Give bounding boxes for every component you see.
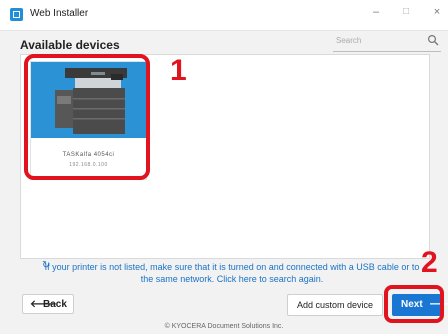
add-custom-device-button[interactable]: Add custom device [287, 294, 383, 316]
back-label: Back [43, 299, 67, 310]
page-title: Available devices [20, 38, 120, 52]
minimize-button[interactable]: – [367, 6, 385, 18]
window-title: Web Installer [30, 8, 89, 19]
callout-highlight-next [384, 285, 444, 323]
maximize-button[interactable]: □ [397, 6, 415, 17]
search-input[interactable]: Search [336, 36, 361, 45]
search-icon[interactable] [427, 34, 439, 46]
copyright-text: © KYOCERA Document Solutions Inc. [164, 323, 284, 330]
title-bar: Web Installer – □ × [0, 0, 448, 31]
callout-number-1: 1 [170, 54, 187, 87]
footer-copyright: © KYOCERA Document Solutions Inc. [0, 323, 448, 330]
back-button[interactable]: 🡐 Back [22, 294, 74, 314]
app-icon [10, 8, 23, 21]
callout-number-2: 2 [421, 246, 438, 279]
close-button[interactable]: × [428, 6, 446, 18]
search-box[interactable]: Search [333, 33, 441, 52]
callout-highlight-device [24, 54, 150, 180]
search-again-link[interactable]: If your printer is not listed, make sure… [44, 261, 420, 285]
